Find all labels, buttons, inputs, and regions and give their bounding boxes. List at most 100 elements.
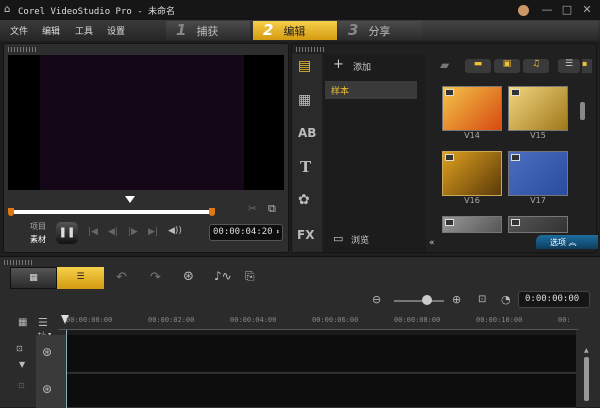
library-thumbnail[interactable] <box>442 216 502 233</box>
library-thumbnail[interactable]: V17 <box>508 151 568 205</box>
browse-icon[interactable]: ▭ <box>333 232 343 245</box>
add-folder-button[interactable]: 添加 <box>353 60 371 73</box>
options-button[interactable]: 选项 ︽ <box>536 235 598 249</box>
timeline-scrollbar[interactable] <box>584 357 589 401</box>
close-button[interactable]: ✕ <box>580 3 594 17</box>
menu-file[interactable]: 文件 <box>10 24 28 37</box>
video-file-icon <box>511 219 520 226</box>
preview-screen <box>8 55 284 190</box>
show-videos-button[interactable]: ▬ <box>465 59 491 73</box>
storyboard-view-button[interactable]: ▦ <box>10 267 57 289</box>
video-track-icon[interactable]: ⊛ <box>42 345 52 359</box>
chevron-up-icon: ︽ <box>568 238 577 247</box>
end-icon[interactable]: ▶| <box>148 227 158 237</box>
scrubber-handle[interactable] <box>125 196 135 203</box>
ruler-tick-label: 00:00:10:00 <box>476 316 523 324</box>
record-capture-icon[interactable]: ⊛ <box>183 269 194 284</box>
tab-label: 分享 <box>368 25 391 38</box>
tab-capture[interactable]: 1 捕获 <box>166 21 250 40</box>
trim-end-handle[interactable] <box>209 208 215 216</box>
add-icon[interactable]: + <box>333 57 344 72</box>
ruler-tick-label: 00:00:06:00 <box>312 316 359 324</box>
overlay-track-icon[interactable]: ⊛ <box>42 382 52 396</box>
library-panel: ▤ ▦ AB T ✿ FX + 添加 样本 ▭ 浏览 ▰ ▬ ▣ ♫ ☰ ▪ V… <box>291 43 598 253</box>
library-thumbnail[interactable]: V15 <box>508 86 568 140</box>
previous-frame-icon[interactable]: ◀| <box>108 227 118 237</box>
mode-project[interactable]: 项目 <box>30 221 46 232</box>
collapse-library-icon[interactable]: « <box>429 238 435 248</box>
lock-track-icon[interactable]: ⊡ <box>18 381 25 390</box>
minimize-button[interactable]: — <box>540 3 554 17</box>
panel-grip[interactable] <box>8 47 36 52</box>
ruler-tick-label: 00:00:04:00 <box>230 316 277 324</box>
maximize-button[interactable]: □ <box>560 3 574 17</box>
panel-grip[interactable] <box>296 47 324 52</box>
graphic-icon[interactable]: ✿ <box>298 192 310 208</box>
home-icon[interactable]: |◀ <box>88 227 98 237</box>
library-thumbnail[interactable]: V16 <box>442 151 502 205</box>
chapter-point-icon[interactable]: ☰ <box>38 316 48 329</box>
thumbnail-image <box>508 216 568 233</box>
sound-mixer-icon[interactable]: ♪∿ <box>214 269 232 283</box>
instant-project-icon[interactable]: ▦ <box>298 92 311 108</box>
help-icon[interactable] <box>518 5 529 16</box>
zoom-slider[interactable] <box>394 300 444 302</box>
browse-button[interactable]: 浏览 <box>351 233 369 246</box>
scroll-up-icon[interactable]: ▲ <box>584 347 589 354</box>
menu-tools[interactable]: 工具 <box>75 24 93 37</box>
title-icon[interactable]: T <box>300 158 311 176</box>
filter-fx-icon[interactable]: FX <box>297 228 314 242</box>
track-manager-icon[interactable]: ▦ <box>18 317 27 328</box>
pause-button[interactable]: ❚❚ <box>56 222 78 244</box>
library-scrollbar[interactable] <box>580 102 585 120</box>
folder-label: 样本 <box>331 87 350 97</box>
tab-edit[interactable]: 2 编辑 <box>253 21 337 40</box>
auto-music-icon[interactable]: ⎘ <box>245 269 255 284</box>
media-icon[interactable]: ▤ <box>298 58 311 74</box>
enlarge-icon[interactable]: ⧉ <box>268 202 276 216</box>
ruler-tick-label: 00: <box>558 316 571 324</box>
library-thumbnail[interactable] <box>508 216 568 233</box>
zoom-in-icon[interactable]: ⊕ <box>452 293 461 306</box>
video-track[interactable] <box>66 335 576 373</box>
next-frame-icon[interactable]: |▶ <box>128 227 138 237</box>
menu-edit[interactable]: 编辑 <box>42 24 60 37</box>
show-photos-button[interactable]: ▣ <box>494 59 520 73</box>
undo-icon[interactable]: ↶ <box>116 270 127 285</box>
fit-project-icon[interactable]: ⊡ <box>478 294 486 305</box>
ripple-dropdown-icon[interactable]: ▼ <box>19 360 25 369</box>
panel-grip[interactable] <box>4 260 32 265</box>
volume-icon[interactable]: ◀)) <box>168 226 182 236</box>
redo-icon[interactable]: ↷ <box>150 270 161 285</box>
thumbnail-image <box>508 86 568 131</box>
timecode-spinner[interactable]: ⬍ <box>276 225 280 240</box>
list-view-button[interactable]: ☰ <box>558 59 580 73</box>
project-duration-icon[interactable]: ◔ <box>501 293 511 306</box>
folder-item[interactable]: 样本 <box>325 81 417 99</box>
overlay-track[interactable] <box>66 374 576 408</box>
thumbnail-view-button[interactable]: ▪ <box>582 59 592 73</box>
library-thumbnail[interactable]: V14 <box>442 86 502 140</box>
zoom-slider-handle[interactable] <box>421 295 432 305</box>
timecode-field[interactable]: 00:00:04:20 ⬍ <box>209 224 283 241</box>
ripple-editing-icon[interactable]: ⊡ <box>16 344 23 353</box>
split-clip-icon[interactable]: ✂ <box>248 202 257 215</box>
timecode-value: 00:00:04:20 <box>213 227 273 237</box>
trim-start-handle[interactable] <box>8 208 14 216</box>
tab-share[interactable]: 3 分享 <box>338 21 422 40</box>
transition-icon[interactable]: AB <box>298 126 316 140</box>
thumbnail-label: V16 <box>464 196 480 205</box>
menu-settings[interactable]: 设置 <box>107 24 125 37</box>
video-file-icon <box>511 89 520 96</box>
mode-clip[interactable]: 素材 <box>30 234 46 245</box>
timeline-view-button[interactable]: ☰ <box>57 267 104 289</box>
thumbnail-label: V14 <box>464 131 480 140</box>
zoom-out-icon[interactable]: ⊖ <box>372 293 381 306</box>
timeline-panel: ▦ ☰ ↶ ↷ ⊛ ♪∿ ⎘ ⊖ ⊕ ⊡ ◔ 0:00:00:00 ▦ ☰ 00… <box>0 256 600 408</box>
show-audio-button[interactable]: ♫ <box>523 59 549 73</box>
options-label: 选项 <box>550 238 566 247</box>
folder-list: + 添加 样本 ▭ 浏览 <box>323 54 426 252</box>
trim-bar[interactable] <box>14 210 210 214</box>
folder-icon[interactable]: ▰ <box>440 58 449 72</box>
app-icon: ⌂ <box>4 4 11 15</box>
